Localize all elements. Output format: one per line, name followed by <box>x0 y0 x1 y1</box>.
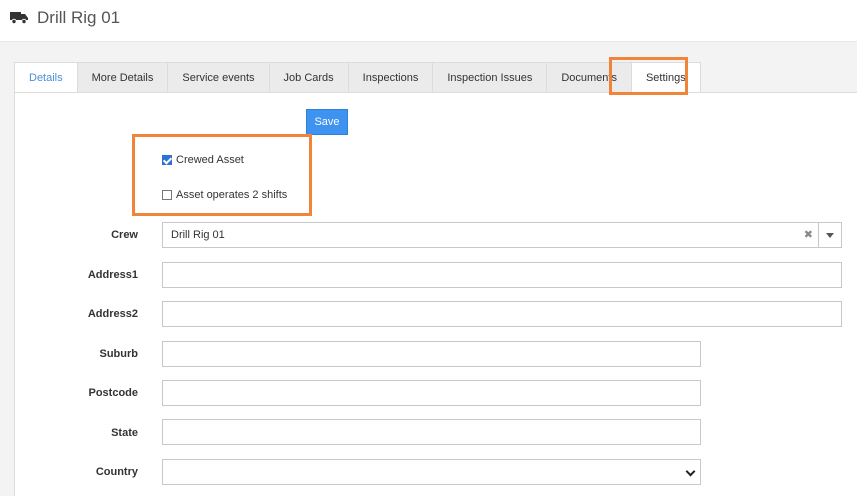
crew-label: Crew <box>111 229 138 241</box>
tab-bar: Details More Details Service events Job … <box>14 62 701 93</box>
page-title: Drill Rig 01 <box>37 8 121 27</box>
address1-input[interactable] <box>162 262 842 288</box>
chevron-down-icon[interactable] <box>685 466 696 477</box>
postcode-label: Postcode <box>88 387 138 399</box>
state-input[interactable] <box>162 419 701 445</box>
postcode-input[interactable] <box>162 380 701 406</box>
address2-input[interactable] <box>162 301 842 327</box>
country-label: Country <box>95 466 138 478</box>
suburb-label: Suburb <box>99 348 139 360</box>
clear-icon[interactable]: ✖ <box>804 223 813 247</box>
suburb-input[interactable] <box>162 341 701 367</box>
options-highlight <box>132 134 312 216</box>
tab-more-details[interactable]: More Details <box>76 62 169 93</box>
crew-value: Drill Rig 01 <box>171 229 225 241</box>
country-select[interactable] <box>162 459 701 485</box>
address2-label: Address2 <box>87 308 138 320</box>
save-button[interactable]: Save <box>306 109 348 135</box>
tab-service-events[interactable]: Service events <box>167 62 270 93</box>
select-divider <box>818 223 819 247</box>
tab-details[interactable]: Details <box>14 62 78 93</box>
tab-job-cards[interactable]: Job Cards <box>268 62 349 93</box>
settings-tab-highlight <box>609 57 688 95</box>
truck-icon <box>10 12 28 24</box>
tab-inspections[interactable]: Inspections <box>347 62 434 93</box>
crew-select[interactable]: Drill Rig 01 ✖ <box>162 222 842 248</box>
tab-inspection-issues[interactable]: Inspection Issues <box>432 62 548 93</box>
state-label: State <box>111 427 138 439</box>
address1-label: Address1 <box>87 269 138 281</box>
page-header: Drill Rig 01 <box>0 0 857 42</box>
caret-down-icon[interactable] <box>826 233 834 238</box>
